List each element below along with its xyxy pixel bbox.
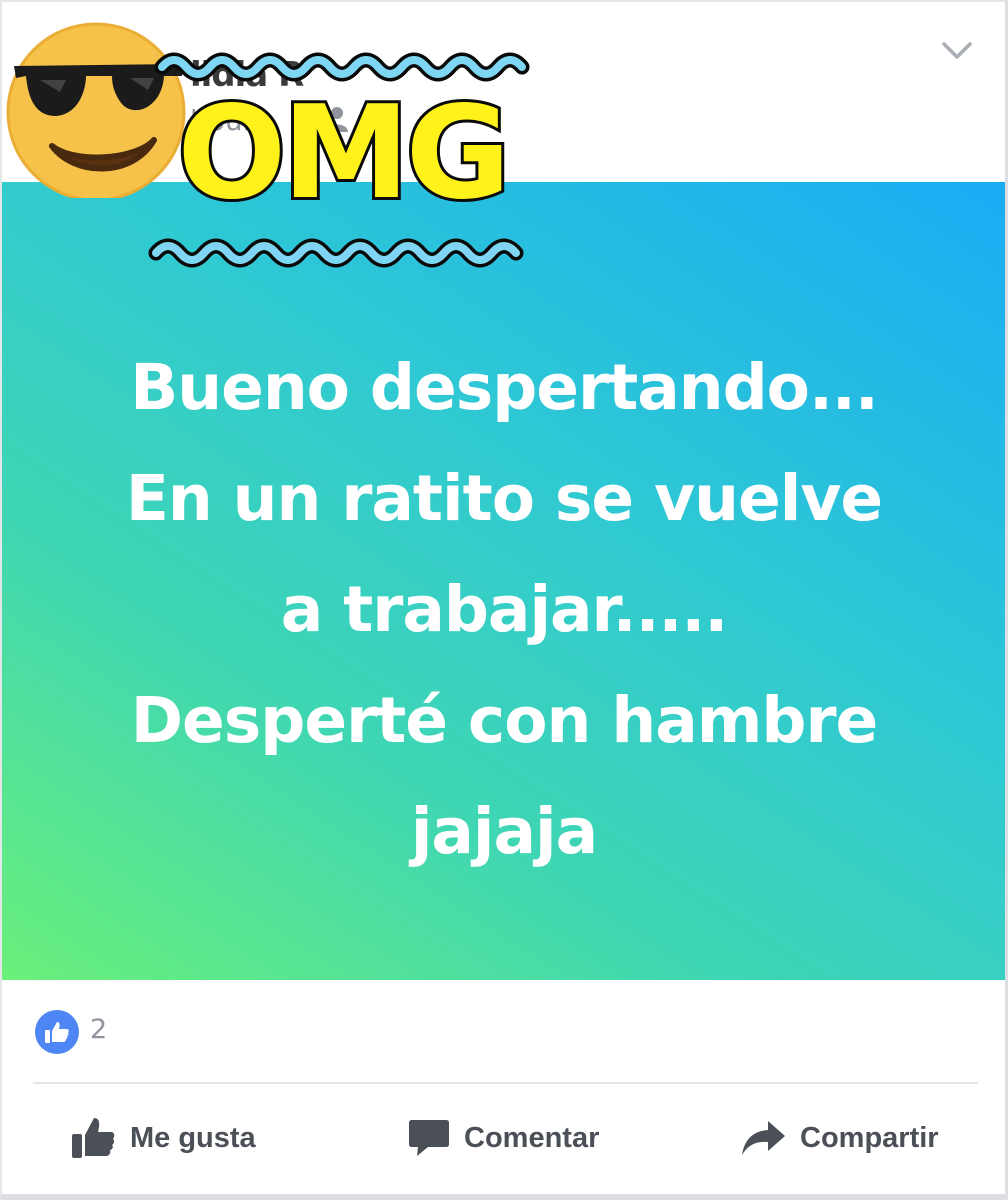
reactions-summary[interactable]: 2 bbox=[0, 980, 1008, 1082]
share-button-label: Compartir bbox=[800, 1121, 939, 1154]
like-button-label: Me gusta bbox=[130, 1121, 256, 1154]
post-text-line: En un ratito se vuelve bbox=[125, 462, 883, 535]
comment-bubble-icon bbox=[409, 1120, 449, 1156]
divider bbox=[33, 1082, 978, 1084]
share-button[interactable]: Compartir bbox=[740, 1108, 939, 1168]
post-text-line: jajaja bbox=[410, 795, 598, 868]
like-count[interactable]: 2 bbox=[90, 1014, 107, 1045]
share-arrow-icon bbox=[742, 1121, 785, 1155]
chevron-down-icon[interactable] bbox=[940, 40, 974, 62]
comment-button[interactable]: Comentar bbox=[408, 1108, 599, 1168]
omg-sticker-text: OMG bbox=[174, 79, 513, 228]
like-button[interactable]: Me gusta bbox=[70, 1108, 256, 1168]
post-actions: Me gusta Comentar Compartir bbox=[0, 1090, 1008, 1190]
thumbs-up-icon bbox=[72, 1118, 115, 1158]
like-reaction-icon bbox=[35, 1010, 79, 1054]
post-text: Bueno despertando... En un ratito se vue… bbox=[40, 332, 968, 887]
post-text-line: Bueno despertando... bbox=[130, 351, 879, 424]
comment-button-label: Comentar bbox=[464, 1121, 600, 1154]
post-text-line: Desperté con hambre bbox=[130, 684, 879, 757]
post-text-line: a trabajar..... bbox=[280, 573, 729, 646]
